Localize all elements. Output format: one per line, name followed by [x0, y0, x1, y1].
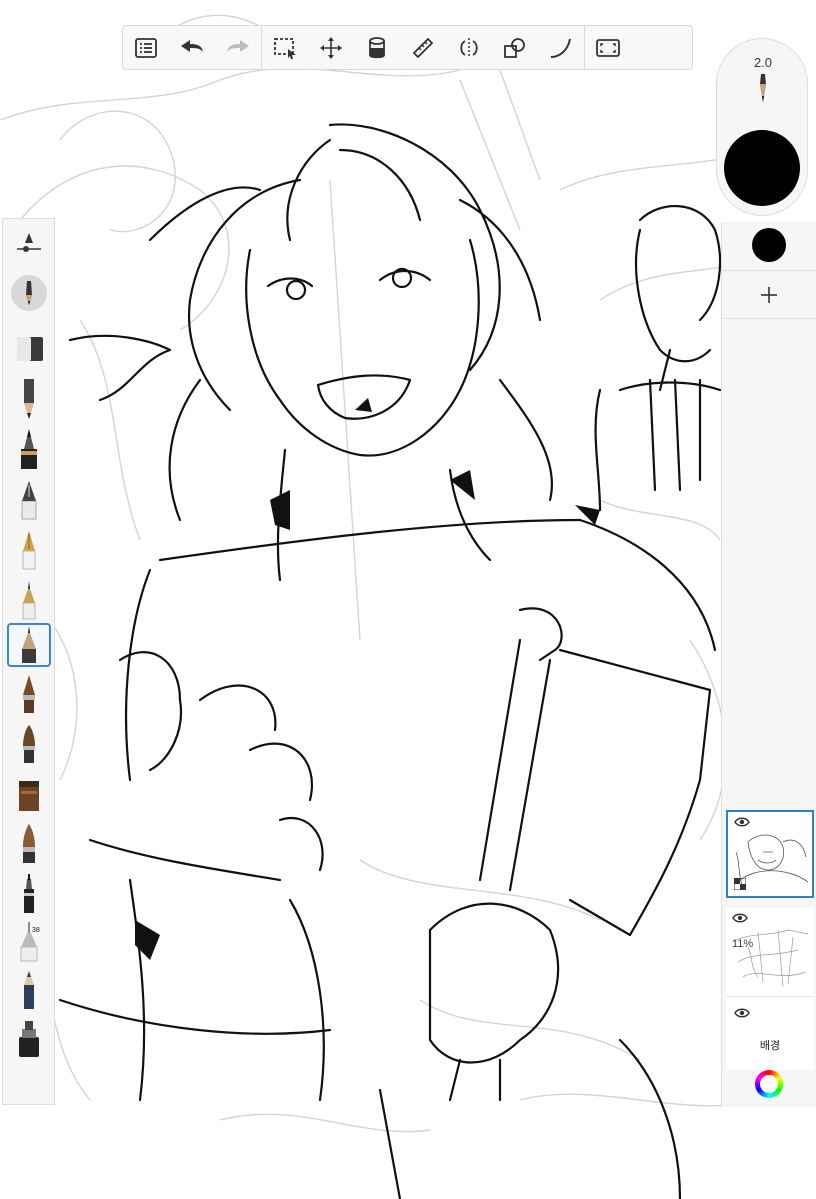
- brush-tip-icon: [760, 74, 766, 102]
- needle-pen-button[interactable]: [7, 919, 51, 963]
- brush-size-button[interactable]: 2.0: [725, 45, 801, 117]
- toolbar-group-view: [585, 26, 631, 69]
- redo-icon: [227, 39, 249, 52]
- fineliner-button[interactable]: [7, 623, 51, 667]
- ink-pen-icon: [21, 481, 37, 520]
- undo-icon: [181, 39, 203, 52]
- needle-pen-icon: [20, 922, 38, 962]
- fountain-pen-icon: [22, 531, 36, 570]
- felt-tip-button[interactable]: [7, 871, 51, 915]
- stamp-brush-icon: [19, 1021, 39, 1057]
- eraser-button[interactable]: [7, 327, 51, 371]
- current-brush-button[interactable]: [7, 271, 51, 315]
- round-brush-icon: [23, 725, 35, 763]
- panel-divider: [722, 270, 816, 271]
- symmetry-icon: [460, 37, 478, 58]
- fill-button[interactable]: [354, 25, 400, 70]
- toolbar-group-history: [123, 26, 261, 69]
- layer-name-label: 배경: [759, 1040, 781, 1052]
- current-brush-icon: [11, 275, 47, 311]
- marker-button[interactable]: [7, 427, 51, 471]
- ruler-icon: [412, 37, 434, 58]
- right-panel: 11% 배경: [721, 222, 816, 1107]
- shape-button[interactable]: [492, 25, 538, 70]
- fountain-pen-button[interactable]: [7, 527, 51, 571]
- pencil-button[interactable]: [7, 377, 51, 421]
- ink-pen-button[interactable]: [7, 477, 51, 521]
- drawing-app: 2.0 11% 배경 38: [0, 0, 816, 1199]
- plus-icon: [761, 287, 777, 303]
- paintbrush-button[interactable]: [7, 671, 51, 715]
- blue-pencil-button[interactable]: [7, 967, 51, 1011]
- transform-icon: [320, 36, 342, 59]
- blue-pencil-icon: [24, 971, 34, 1009]
- selection-button[interactable]: [262, 25, 308, 70]
- paintbrush-icon: [23, 675, 35, 713]
- airbrush-icon: [19, 781, 39, 811]
- symmetry-button[interactable]: [446, 25, 492, 70]
- toolbar-group-tools: [262, 26, 584, 69]
- layer-thumbnail-1[interactable]: [726, 810, 814, 898]
- brush-panel: 2.0: [716, 38, 808, 216]
- stamp-brush-button[interactable]: [7, 1015, 51, 1059]
- transform-button[interactable]: [308, 25, 354, 70]
- shape-icon: [504, 37, 525, 58]
- airbrush-button[interactable]: [7, 771, 51, 815]
- felt-tip-icon: [24, 874, 34, 913]
- layer-mask-icon: [734, 878, 746, 890]
- curve-button[interactable]: [538, 25, 584, 70]
- eye-icon[interactable]: [734, 1007, 750, 1019]
- list-icon: [135, 37, 157, 58]
- selection-icon: [274, 37, 296, 59]
- flat-brush-button[interactable]: [7, 821, 51, 865]
- fill-icon: [369, 36, 385, 58]
- brush-settings-icon: [17, 233, 41, 252]
- round-brush-button[interactable]: [7, 721, 51, 765]
- brush-size-tag: 38: [32, 927, 40, 934]
- brush-settings-button[interactable]: [7, 223, 51, 267]
- technical-pen-icon: [22, 581, 36, 620]
- add-layer-button[interactable]: [752, 278, 786, 312]
- panel-divider: [722, 318, 816, 319]
- color-wheel-button[interactable]: [755, 1070, 783, 1098]
- brush-size-label: 2.0: [753, 55, 773, 70]
- layer-preview-image: [732, 929, 809, 988]
- drawing-canvas[interactable]: [0, 0, 816, 1199]
- eraser-icon: [17, 337, 43, 361]
- fineliner-icon: [22, 626, 36, 663]
- flat-brush-icon: [23, 824, 35, 863]
- layer-thumbnail-2[interactable]: 11%: [726, 908, 814, 996]
- ruler-button[interactable]: [400, 25, 446, 70]
- pencil-icon: [24, 379, 34, 419]
- top-toolbar: [122, 25, 693, 70]
- fullscreen-icon: [596, 38, 620, 57]
- curve-icon: [550, 38, 571, 58]
- list-button[interactable]: [123, 25, 169, 70]
- layer-opacity-label: 11%: [732, 938, 754, 950]
- layer-background[interactable]: 배경: [726, 996, 814, 1070]
- technical-pen-button[interactable]: [7, 577, 51, 621]
- artwork: [0, 14, 781, 1199]
- marker-icon: [21, 429, 37, 469]
- redo-button[interactable]: [215, 25, 261, 70]
- brush-color-swatch[interactable]: [724, 130, 800, 206]
- undo-button[interactable]: [169, 25, 215, 70]
- brush-palette: 38: [2, 218, 55, 1105]
- color-swatch-small[interactable]: [752, 228, 786, 262]
- fullscreen-button[interactable]: [585, 25, 631, 70]
